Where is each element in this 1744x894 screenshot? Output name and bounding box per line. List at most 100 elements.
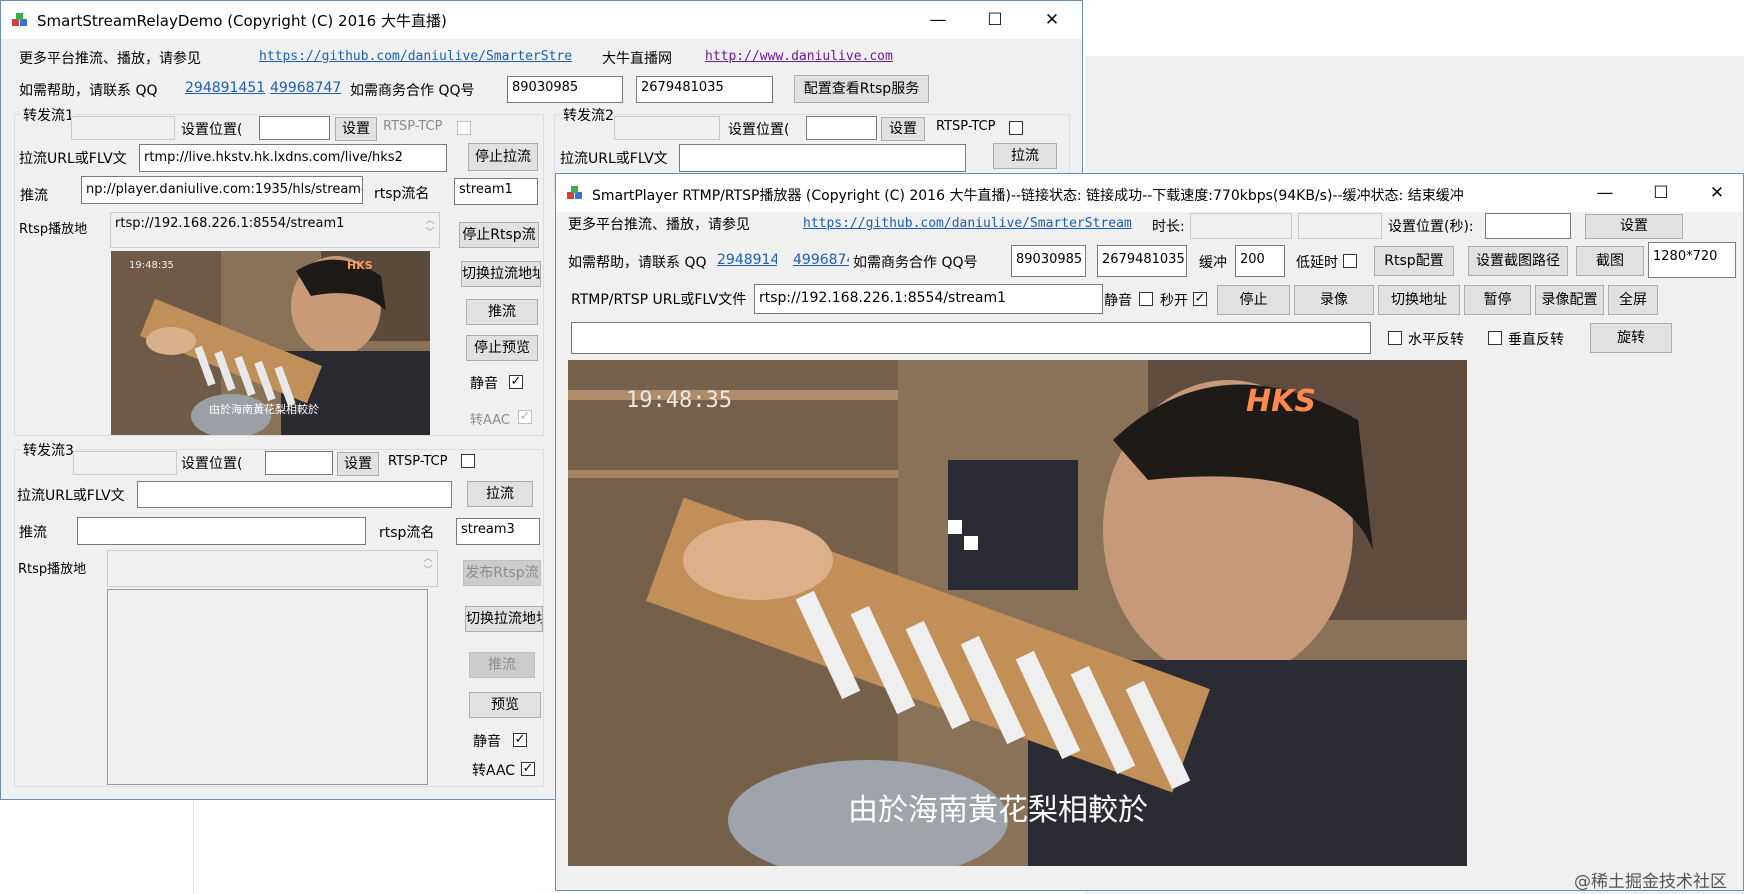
group1-stop-rtsp-button[interactable]: 停止Rtsp流: [459, 222, 539, 248]
player-business-qq-field-1[interactable]: 89030985: [1011, 245, 1086, 277]
player-video-logo: HKS: [1246, 384, 1316, 419]
group3-mute-checkbox[interactable]: ✓: [513, 733, 527, 747]
low-latency-checkbox[interactable]: [1343, 254, 1357, 268]
snapshot-path-button[interactable]: 设置截图路径: [1468, 246, 1568, 276]
group1-rtsp-tcp-checkbox[interactable]: [457, 121, 471, 135]
site-link[interactable]: http://www.daniulive.com: [705, 49, 893, 64]
group2-position-field[interactable]: [806, 116, 877, 140]
group3-switch-button[interactable]: 切换拉流地址: [465, 606, 543, 632]
help-label: 如需帮助，请联系 QQ: [19, 83, 158, 99]
group3-push-button[interactable]: 推流: [469, 652, 535, 678]
group1-preview-video: 19:48:35 HKS 由於海南黃花梨相較於: [111, 251, 430, 435]
group3-rtsp-stream-label: rtsp流名: [379, 525, 435, 541]
player-window: SmartPlayer RTMP/RTSP播放器 (Copyright (C) …: [555, 173, 1744, 891]
relay-window-title: SmartStreamRelayDemo (Copyright (C) 2016…: [37, 12, 447, 30]
maximize-icon[interactable]: ☐: [1634, 174, 1688, 212]
vflip-checkbox[interactable]: [1488, 331, 1502, 345]
record-button[interactable]: 录像: [1294, 285, 1374, 315]
group2-set-pos-label: 设置位置(: [728, 122, 790, 138]
business-qq-field-1[interactable]: 89030985: [507, 76, 623, 103]
relay-titlebar[interactable]: SmartStreamRelayDemo (Copyright (C) 2016…: [1, 1, 1082, 39]
player-qq-link-2[interactable]: 4996874: [793, 252, 849, 268]
group3-pull-button[interactable]: 拉流: [467, 481, 533, 507]
group2-set-button[interactable]: 设置: [881, 117, 925, 141]
fast-start-checkbox[interactable]: ✓: [1193, 292, 1207, 306]
group1-aac-checkbox[interactable]: ✓: [518, 410, 532, 424]
group3-title: 转发流3: [21, 440, 76, 460]
fullscreen-button[interactable]: 全屏: [1608, 285, 1658, 315]
group3-aac-checkbox[interactable]: ✓: [521, 762, 535, 776]
stop-button[interactable]: 停止: [1217, 285, 1290, 315]
close-icon[interactable]: ✕: [1025, 1, 1079, 39]
player-rtsp-config-button[interactable]: Rtsp配置: [1374, 246, 1454, 276]
group3-duration-field: [73, 451, 177, 475]
group1-stop-pull-button[interactable]: 停止拉流: [468, 143, 538, 171]
duration-field-1: [1190, 213, 1292, 239]
scroll-arrows-icon[interactable]: ︿ ﹀: [421, 553, 435, 577]
group3-preview-area: [107, 589, 428, 785]
player-video-subtitle: 由於海南黃花梨相較於: [848, 793, 1148, 828]
hflip-checkbox[interactable]: [1388, 331, 1402, 345]
rotate-button[interactable]: 旋转: [1590, 323, 1672, 353]
group3-rtsp-tcp-label: RTSP-TCP: [388, 454, 448, 469]
rtsp-config-button[interactable]: 配置查看Rtsp服务: [794, 75, 929, 103]
github-link[interactable]: https://github.com/daniulive/SmarterStre: [259, 49, 584, 64]
group3-pull-url-field[interactable]: [137, 481, 452, 508]
player-video-time: 19:48:35: [626, 388, 732, 413]
group1-push-label: 推流: [20, 188, 48, 204]
group1-mute-checkbox[interactable]: ✓: [509, 375, 523, 389]
qq-link-2[interactable]: 49968747: [270, 80, 341, 96]
player-more-platforms-label: 更多平台推流、播放，请参见: [568, 217, 750, 233]
group3-rtsp-play-label: Rtsp播放地: [18, 562, 87, 577]
pause-button[interactable]: 暂停: [1464, 285, 1531, 315]
group3-push-url-field[interactable]: [77, 517, 366, 545]
maximize-icon[interactable]: ☐: [968, 1, 1022, 39]
group1-stop-preview-button[interactable]: 停止预览: [466, 335, 538, 361]
site-label: 大牛直播网: [602, 51, 672, 67]
business-qq-field-2[interactable]: 2679481035: [636, 76, 773, 103]
group1-push-url-field[interactable]: np://player.daniulive.com:1935/hls/strea…: [81, 176, 363, 204]
minimize-icon[interactable]: —: [1578, 174, 1632, 212]
close-icon[interactable]: ✕: [1690, 174, 1744, 212]
business-label: 如需商务合作 QQ号: [350, 83, 475, 99]
group1-push-button[interactable]: 推流: [466, 299, 538, 325]
group1-pull-url-field[interactable]: rtmp://live.hkstv.hk.lxdns.com/live/hks2: [139, 144, 447, 172]
group1-rtsp-stream-label: rtsp流名: [374, 186, 430, 202]
player-business-qq-field-2[interactable]: 2679481035: [1097, 245, 1187, 277]
record-config-button[interactable]: 录像配置: [1535, 285, 1604, 315]
group3-rtsp-tcp-checkbox[interactable]: [461, 454, 475, 468]
group2-pull-button[interactable]: 拉流: [993, 143, 1057, 169]
qq-link-1[interactable]: 294891451: [185, 80, 265, 96]
group2-rtsp-tcp-checkbox[interactable]: [1009, 121, 1023, 135]
group3-preview-button[interactable]: 预览: [469, 692, 541, 718]
player-qq-link-1[interactable]: 29489145: [717, 252, 777, 268]
player-mute-checkbox[interactable]: [1139, 292, 1153, 306]
group1-rtsp-play-url: rtsp://192.168.226.1:8554/stream1: [115, 216, 345, 231]
group3-position-field[interactable]: [265, 451, 333, 475]
switch-address-button[interactable]: 切换地址: [1378, 285, 1460, 315]
group3-rtsp-stream-field[interactable]: stream3: [456, 518, 540, 545]
group1-rtsp-stream-field[interactable]: stream1: [454, 178, 538, 205]
desktop-divider: [193, 799, 194, 894]
group3-rtsp-play-field: ︿ ﹀: [107, 550, 438, 587]
group3-set-button[interactable]: 设置: [337, 452, 379, 476]
buffer-field[interactable]: 200: [1235, 245, 1285, 277]
player-titlebar[interactable]: SmartPlayer RTMP/RTSP播放器 (Copyright (C) …: [556, 174, 1743, 212]
app-icon: [12, 13, 27, 26]
player-position-field[interactable]: [1485, 213, 1571, 239]
group2-pull-url-field[interactable]: [679, 144, 966, 172]
group1-position-field[interactable]: [259, 116, 330, 140]
player-set-button[interactable]: 设置: [1585, 214, 1683, 239]
group1-mute-label: 静音: [470, 376, 498, 392]
player-github-link[interactable]: https://github.com/daniulive/SmarterStre…: [803, 216, 1135, 231]
group1-switch-button[interactable]: 切换拉流地址: [461, 261, 541, 287]
group1-video-time: 19:48:35: [129, 260, 174, 271]
group3-publish-rtsp-button[interactable]: 发布Rtsp流: [463, 560, 541, 586]
group1-video-subtitle: 由於海南黃花梨相較於: [209, 403, 319, 416]
group1-set-button[interactable]: 设置: [335, 117, 377, 141]
snapshot-button[interactable]: 截图: [1576, 246, 1644, 276]
group3-set-pos-label: 设置位置(: [181, 456, 243, 472]
url-field[interactable]: rtsp://192.168.226.1:8554/stream1: [754, 284, 1103, 314]
minimize-icon[interactable]: —: [911, 1, 965, 39]
scroll-arrows-icon[interactable]: ︿ ﹀: [423, 215, 437, 239]
